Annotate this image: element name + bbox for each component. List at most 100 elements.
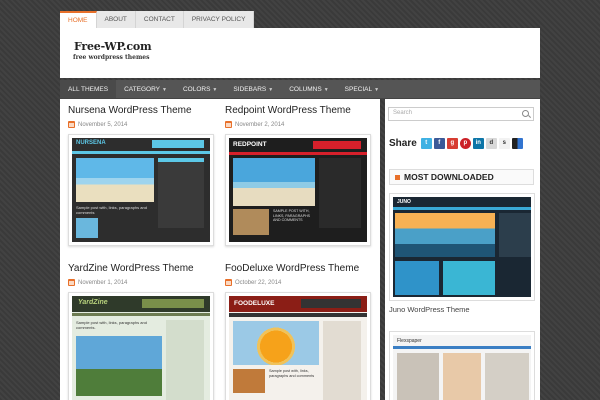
screenshot-thumb <box>443 261 495 295</box>
catnav-sidebars[interactable]: SIDEBARS ▼ <box>225 80 281 98</box>
catnav-label: COLORS <box>182 86 211 93</box>
search-placeholder: Search <box>393 110 413 116</box>
catnav-label: COLUMNS <box>289 86 322 93</box>
screenshot-logo: NURSENA <box>76 140 106 146</box>
screenshot-sidebar <box>319 158 361 228</box>
post-thumbnail[interactable]: FOODELUXE Sample post with, links, parag… <box>225 292 371 400</box>
screenshot-caption: SAMPLE POST WITH, LINKS, PARAGRAPHS AND … <box>273 209 311 222</box>
screenshot-sidebar <box>166 320 204 400</box>
category-nav: ALL THEMES CATEGORY ▼ COLORS ▼ SIDEBARS ▼ C… <box>60 80 540 99</box>
screenshot-thumb <box>76 218 98 238</box>
catnav-colors[interactable]: COLORS ▼ <box>175 80 225 98</box>
main-content: Nursena WordPress Theme November 5, 2014… <box>60 99 380 400</box>
screenshot-logo: YardZine <box>78 299 108 306</box>
screenshot-caption: Sample post with, links, paragraphs and … <box>76 320 147 330</box>
post-date-text: November 5, 2014 <box>78 121 128 128</box>
post-title[interactable]: FooDeluxe WordPress Theme <box>225 263 375 274</box>
screenshot-image <box>397 353 439 400</box>
widget-title: MOST DOWNLOADED <box>404 172 494 182</box>
calendar-icon <box>68 121 75 128</box>
screenshot-nav <box>72 313 210 316</box>
stumbleupon-icon[interactable]: s <box>498 137 510 149</box>
screenshot-banner <box>142 299 204 308</box>
screenshot-beach-image <box>233 158 315 206</box>
calendar-icon <box>225 121 232 128</box>
theme-screenshot: NURSENA Sample post with, links, paragra… <box>72 138 210 242</box>
screenshot-thumb <box>233 369 265 393</box>
catnav-label: SPECIAL <box>344 86 373 93</box>
chevron-down-icon: ▼ <box>162 87 167 93</box>
post-date: November 5, 2014 <box>68 121 218 128</box>
post-date: October 22, 2014 <box>225 279 375 286</box>
catnav-columns[interactable]: COLUMNS ▼ <box>281 80 336 98</box>
post-title[interactable]: Nursena WordPress Theme <box>68 105 218 116</box>
top-page-nav: HOME ABOUT CONTACT PRIVACY POLICY <box>60 11 255 28</box>
post-date-text: November 2, 2014 <box>235 121 285 128</box>
screenshot-banner <box>313 141 361 149</box>
delicious-icon[interactable] <box>511 137 523 149</box>
post-date: November 1, 2014 <box>68 279 218 286</box>
post-thumbnail[interactable]: YardZine Sample post with, links, paragr… <box>68 292 214 400</box>
facebook-icon[interactable]: f <box>433 137 445 149</box>
screenshot-logo: JUNO <box>397 199 411 205</box>
search-icon[interactable] <box>522 110 529 117</box>
topnav-home[interactable]: HOME <box>60 11 97 28</box>
post-card: FooDeluxe WordPress Theme October 22, 20… <box>225 263 375 400</box>
screenshot-nav <box>393 207 531 210</box>
screenshot-beach-image <box>76 158 154 202</box>
topnav-contact[interactable]: CONTACT <box>135 11 184 28</box>
screenshot-logo: FOODELUXE <box>234 300 275 307</box>
search-input[interactable]: Search <box>388 107 534 121</box>
catnav-special[interactable]: SPECIAL ▼ <box>337 80 387 98</box>
post-title[interactable]: YardZine WordPress Theme <box>68 263 218 274</box>
chevron-down-icon: ▼ <box>374 87 380 93</box>
share-bar: Share t f g p in d s <box>389 137 523 149</box>
screenshot-thumb <box>233 209 269 235</box>
chevron-down-icon: ▼ <box>268 87 274 93</box>
screenshot-sidebar <box>158 158 204 228</box>
digg-icon[interactable]: d <box>485 137 497 149</box>
site-header: Free-WP.com free wordpress themes <box>60 28 540 78</box>
post-title[interactable]: Redpoint WordPress Theme <box>225 105 375 116</box>
screenshot-hero-image <box>395 213 495 257</box>
most-downloaded-header: MOST DOWNLOADED <box>389 169 534 185</box>
linkedin-icon[interactable]: in <box>472 137 484 149</box>
screenshot-caption: Sample post with, links, paragraphs and … <box>269 369 315 378</box>
google-plus-icon[interactable]: g <box>446 137 458 149</box>
screenshot-nav <box>72 151 210 154</box>
post-card: Nursena WordPress Theme November 5, 2014… <box>68 105 218 246</box>
theme-screenshot: Flexspaper <box>393 335 531 400</box>
catnav-label: SIDEBARS <box>233 86 267 93</box>
catnav-label: ALL THEMES <box>68 86 109 93</box>
theme-screenshot: JUNO <box>393 197 531 297</box>
screenshot-portrait-image <box>443 353 481 400</box>
calendar-icon <box>68 279 75 286</box>
chevron-down-icon: ▼ <box>323 87 329 93</box>
screenshot-nav <box>229 152 367 155</box>
theme-screenshot: REDPOINT SAMPLE POST WITH, LINKS, PARAGR… <box>229 138 367 242</box>
screenshot-banner <box>301 299 361 308</box>
twitter-icon[interactable]: t <box>420 137 432 149</box>
square-bullet-icon <box>395 175 400 180</box>
screenshot-logo: REDPOINT <box>233 141 267 148</box>
post-date-text: October 22, 2014 <box>235 279 282 286</box>
download-thumbnail[interactable]: Flexspaper <box>389 331 535 400</box>
theme-screenshot: FOODELUXE Sample post with, links, parag… <box>229 296 367 400</box>
post-thumbnail[interactable]: NURSENA Sample post with, links, paragra… <box>68 134 214 246</box>
topnav-privacy-policy[interactable]: PRIVACY POLICY <box>183 11 255 28</box>
screenshot-nav <box>393 346 531 349</box>
pinterest-icon[interactable]: p <box>459 137 471 149</box>
screenshot-sidebar <box>323 321 361 400</box>
theme-screenshot: YardZine Sample post with, links, paragr… <box>72 296 210 400</box>
post-card: YardZine WordPress Theme November 1, 201… <box>68 263 218 400</box>
post-thumbnail[interactable]: REDPOINT SAMPLE POST WITH, LINKS, PARAGR… <box>225 134 371 246</box>
topnav-about[interactable]: ABOUT <box>96 11 136 28</box>
download-label[interactable]: Juno WordPress Theme <box>389 305 470 314</box>
catnav-all-themes[interactable]: ALL THEMES <box>60 80 117 98</box>
site-logo-title[interactable]: Free-WP.com <box>74 40 152 53</box>
catnav-category[interactable]: CATEGORY ▼ <box>116 80 175 98</box>
chevron-down-icon: ▼ <box>212 87 218 93</box>
screenshot-orange-image <box>233 321 319 365</box>
download-thumbnail[interactable]: JUNO <box>389 193 535 301</box>
catnav-label: CATEGORY <box>124 86 160 93</box>
